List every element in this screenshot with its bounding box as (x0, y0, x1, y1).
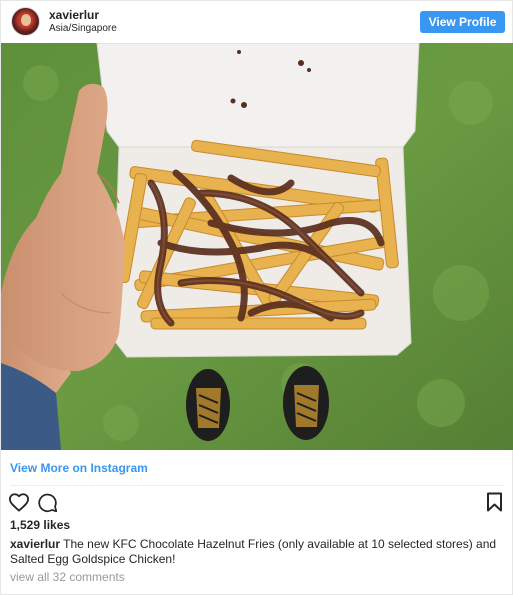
post-photo[interactable] (1, 43, 513, 450)
post-header: xavierlur Asia/Singapore View Profile (1, 1, 513, 43)
username[interactable]: xavierlur (49, 8, 99, 22)
caption-username[interactable]: xavierlur (10, 537, 60, 551)
avatar[interactable] (11, 7, 40, 36)
comment-icon[interactable] (37, 492, 58, 513)
location[interactable]: Asia/Singapore (49, 23, 117, 34)
likes-count[interactable]: 1,529 likes (10, 518, 70, 532)
caption-text: The new KFC Chocolate Hazelnut Fries (on… (10, 537, 497, 566)
bookmark-icon[interactable] (486, 492, 503, 512)
caption: xavierlur The new KFC Chocolate Hazelnut… (10, 537, 505, 567)
view-profile-button[interactable]: View Profile (420, 11, 505, 33)
view-all-comments-link[interactable]: view all 32 comments (10, 570, 125, 584)
view-more-link[interactable]: View More on Instagram (10, 461, 148, 475)
divider (10, 485, 505, 486)
instagram-embed-card: xavierlur Asia/Singapore View Profile Vi… (0, 0, 513, 595)
heart-icon[interactable] (8, 492, 30, 512)
